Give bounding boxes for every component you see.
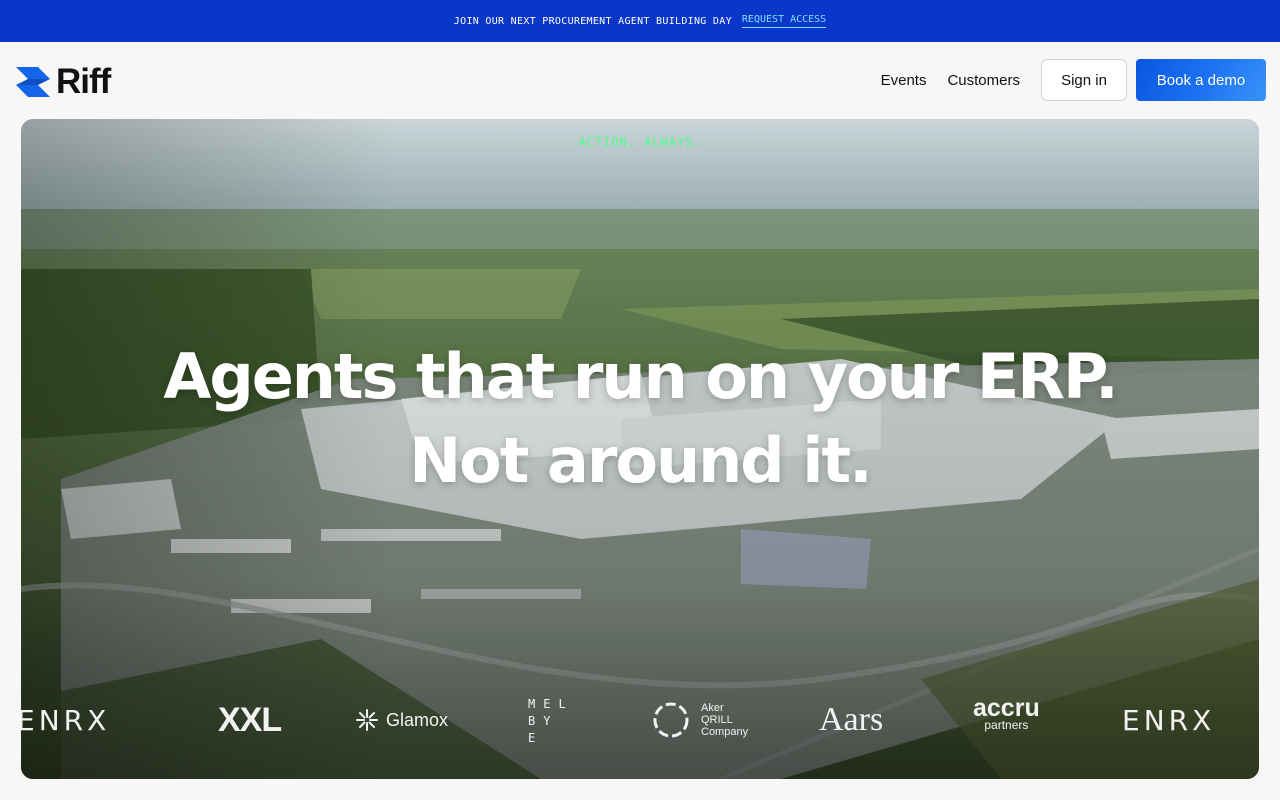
aker-line-2: QRILL (701, 714, 733, 726)
primary-nav: Events Customers Sign in Book a demo (881, 59, 1266, 101)
hero-headline-line-2: Not around it. (409, 424, 872, 497)
hero-tagline: ACTION. ALWAYS. (578, 135, 702, 149)
book-demo-label: Book a demo (1156, 71, 1246, 89)
client-logo-aars: Aars (819, 701, 884, 738)
client-logo-glamox: Glamox (355, 693, 448, 747)
riff-logo-icon (16, 66, 50, 97)
aker-ring-icon (653, 702, 689, 738)
book-demo-button[interactable]: Book a demo (1136, 59, 1266, 101)
nav-link-events[interactable]: Events (881, 72, 927, 89)
hero-section: ACTION. ALWAYS. Agents that run on your … (21, 119, 1259, 779)
melbye-line-2: BY (528, 714, 559, 728)
client-logo-strip: ENRX XXL Glamox MEL BY E Aker QRILL Comp… (21, 693, 1259, 747)
client-logo-accru: accru partners (973, 693, 1040, 752)
client-logo-melbye: MEL BY E (528, 694, 574, 750)
brand-name: Riff (56, 62, 111, 101)
melbye-line-3: E (528, 731, 544, 745)
client-logo-aker-qrill: Aker QRILL Company (651, 693, 748, 747)
nav-link-customers[interactable]: Customers (947, 72, 1020, 89)
hero-headline: Agents that run on your ERP. Not around … (21, 335, 1259, 503)
aker-line-3: Company (701, 726, 749, 738)
glamox-burst-icon (356, 709, 378, 731)
glamox-wordmark: Glamox (386, 709, 449, 730)
sign-in-button[interactable]: Sign in (1041, 59, 1127, 101)
melbye-line-1: MEL (528, 697, 574, 711)
request-access-link[interactable]: REQUEST ACCESS (741, 14, 827, 28)
brand-logo-link[interactable]: Riff (14, 62, 111, 101)
client-logo-xxl: XXL (218, 700, 282, 739)
top-navbar: Riff Events Customers Sign in Book a dem… (0, 42, 1280, 119)
aker-line-1: Aker (701, 702, 724, 714)
client-logo-enrx: ENRX (21, 703, 111, 737)
client-logo-enrx-repeat: ENRX (1122, 703, 1216, 737)
hero-headline-line-1: Agents that run on your ERP. (163, 340, 1118, 413)
announcement-text: JOIN OUR NEXT PROCUREMENT AGENT BUILDING… (453, 15, 732, 27)
announcement-bar: JOIN OUR NEXT PROCUREMENT AGENT BUILDING… (0, 0, 1280, 42)
